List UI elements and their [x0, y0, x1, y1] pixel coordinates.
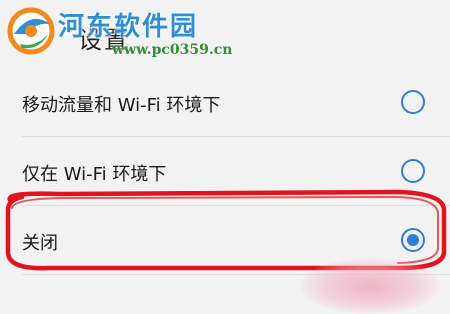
watermark-site-name: 河东软件园	[58, 12, 199, 42]
option-mobile-and-wifi[interactable]: 移动流量和 Wi-Fi 环境下	[0, 68, 450, 136]
radio-button-selected[interactable]	[401, 228, 425, 252]
radio-button[interactable]	[401, 159, 425, 183]
settings-screen: 设置 河东软件园 www.pc0359.cn 移动流量和 Wi-Fi 环境下 仅…	[0, 0, 450, 314]
option-wifi-only[interactable]: 仅在 Wi-Fi 环境下	[0, 137, 450, 205]
radio-button[interactable]	[401, 90, 425, 114]
watermark: 河东软件园 www.pc0359.cn	[0, 0, 232, 68]
watermark-url: www.pc0359.cn	[112, 42, 233, 58]
option-label: 移动流量和 Wi-Fi 环境下	[22, 95, 221, 116]
option-off[interactable]: 关闭	[0, 206, 450, 274]
divider	[22, 274, 450, 275]
option-label: 仅在 Wi-Fi 环境下	[22, 164, 167, 185]
options-list: 移动流量和 Wi-Fi 环境下 仅在 Wi-Fi 环境下 关闭	[0, 68, 450, 314]
option-label: 关闭	[22, 233, 58, 254]
watermark-logo-icon	[7, 7, 55, 55]
